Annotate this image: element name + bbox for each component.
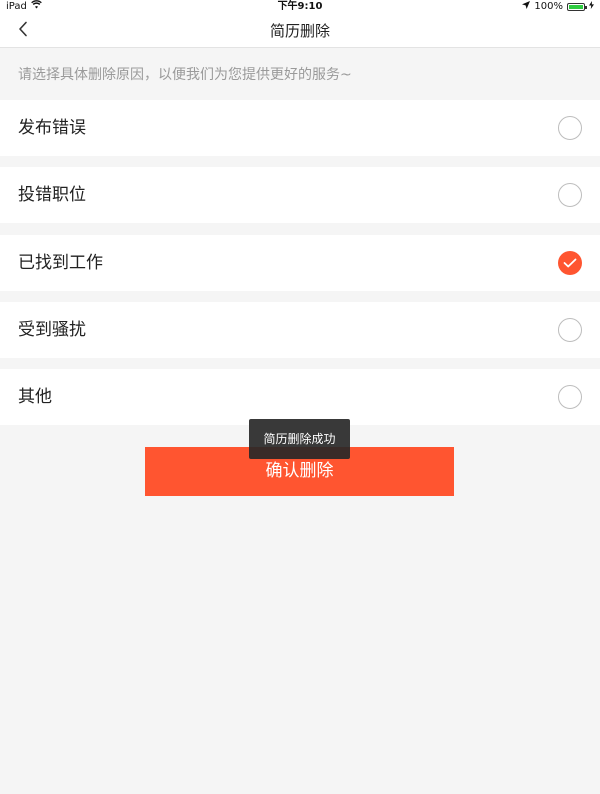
option-label: 已找到工作 xyxy=(18,253,103,273)
hint-text: 请选择具体删除原因，以便我们为您提供更好的服务~ xyxy=(18,67,352,83)
nav-bar: 简历删除 xyxy=(0,14,600,48)
status-right: 100% xyxy=(522,0,594,14)
status-bar: iPad 下午9:10 100% xyxy=(0,0,600,14)
location-arrow-icon xyxy=(522,0,531,14)
battery-percent: 100% xyxy=(534,1,563,12)
option-wrong-position[interactable]: 投错职位 xyxy=(0,167,600,223)
charging-icon xyxy=(589,0,594,14)
battery-fill xyxy=(569,5,583,9)
option-label: 发布错误 xyxy=(18,118,86,138)
battery-icon xyxy=(567,3,587,11)
option-publish-error[interactable]: 发布错误 xyxy=(0,100,600,156)
toast-message: 简历删除成功 xyxy=(249,419,350,459)
option-label: 其他 xyxy=(18,387,52,407)
radio-unchecked-icon[interactable] xyxy=(558,318,582,342)
radio-unchecked-icon[interactable] xyxy=(558,385,582,409)
radio-checked-icon[interactable] xyxy=(558,251,582,275)
option-label: 受到骚扰 xyxy=(18,320,86,340)
radio-unchecked-icon[interactable] xyxy=(558,116,582,140)
option-harassment[interactable]: 受到骚扰 xyxy=(0,302,600,358)
page-title: 简历删除 xyxy=(269,22,330,40)
radio-unchecked-icon[interactable] xyxy=(558,183,582,207)
option-other[interactable]: 其他 xyxy=(0,369,600,425)
checkmark-icon xyxy=(563,258,577,268)
option-label: 投错职位 xyxy=(18,185,86,205)
option-found-job[interactable]: 已找到工作 xyxy=(0,235,600,291)
status-time: 下午9:10 xyxy=(277,1,323,12)
